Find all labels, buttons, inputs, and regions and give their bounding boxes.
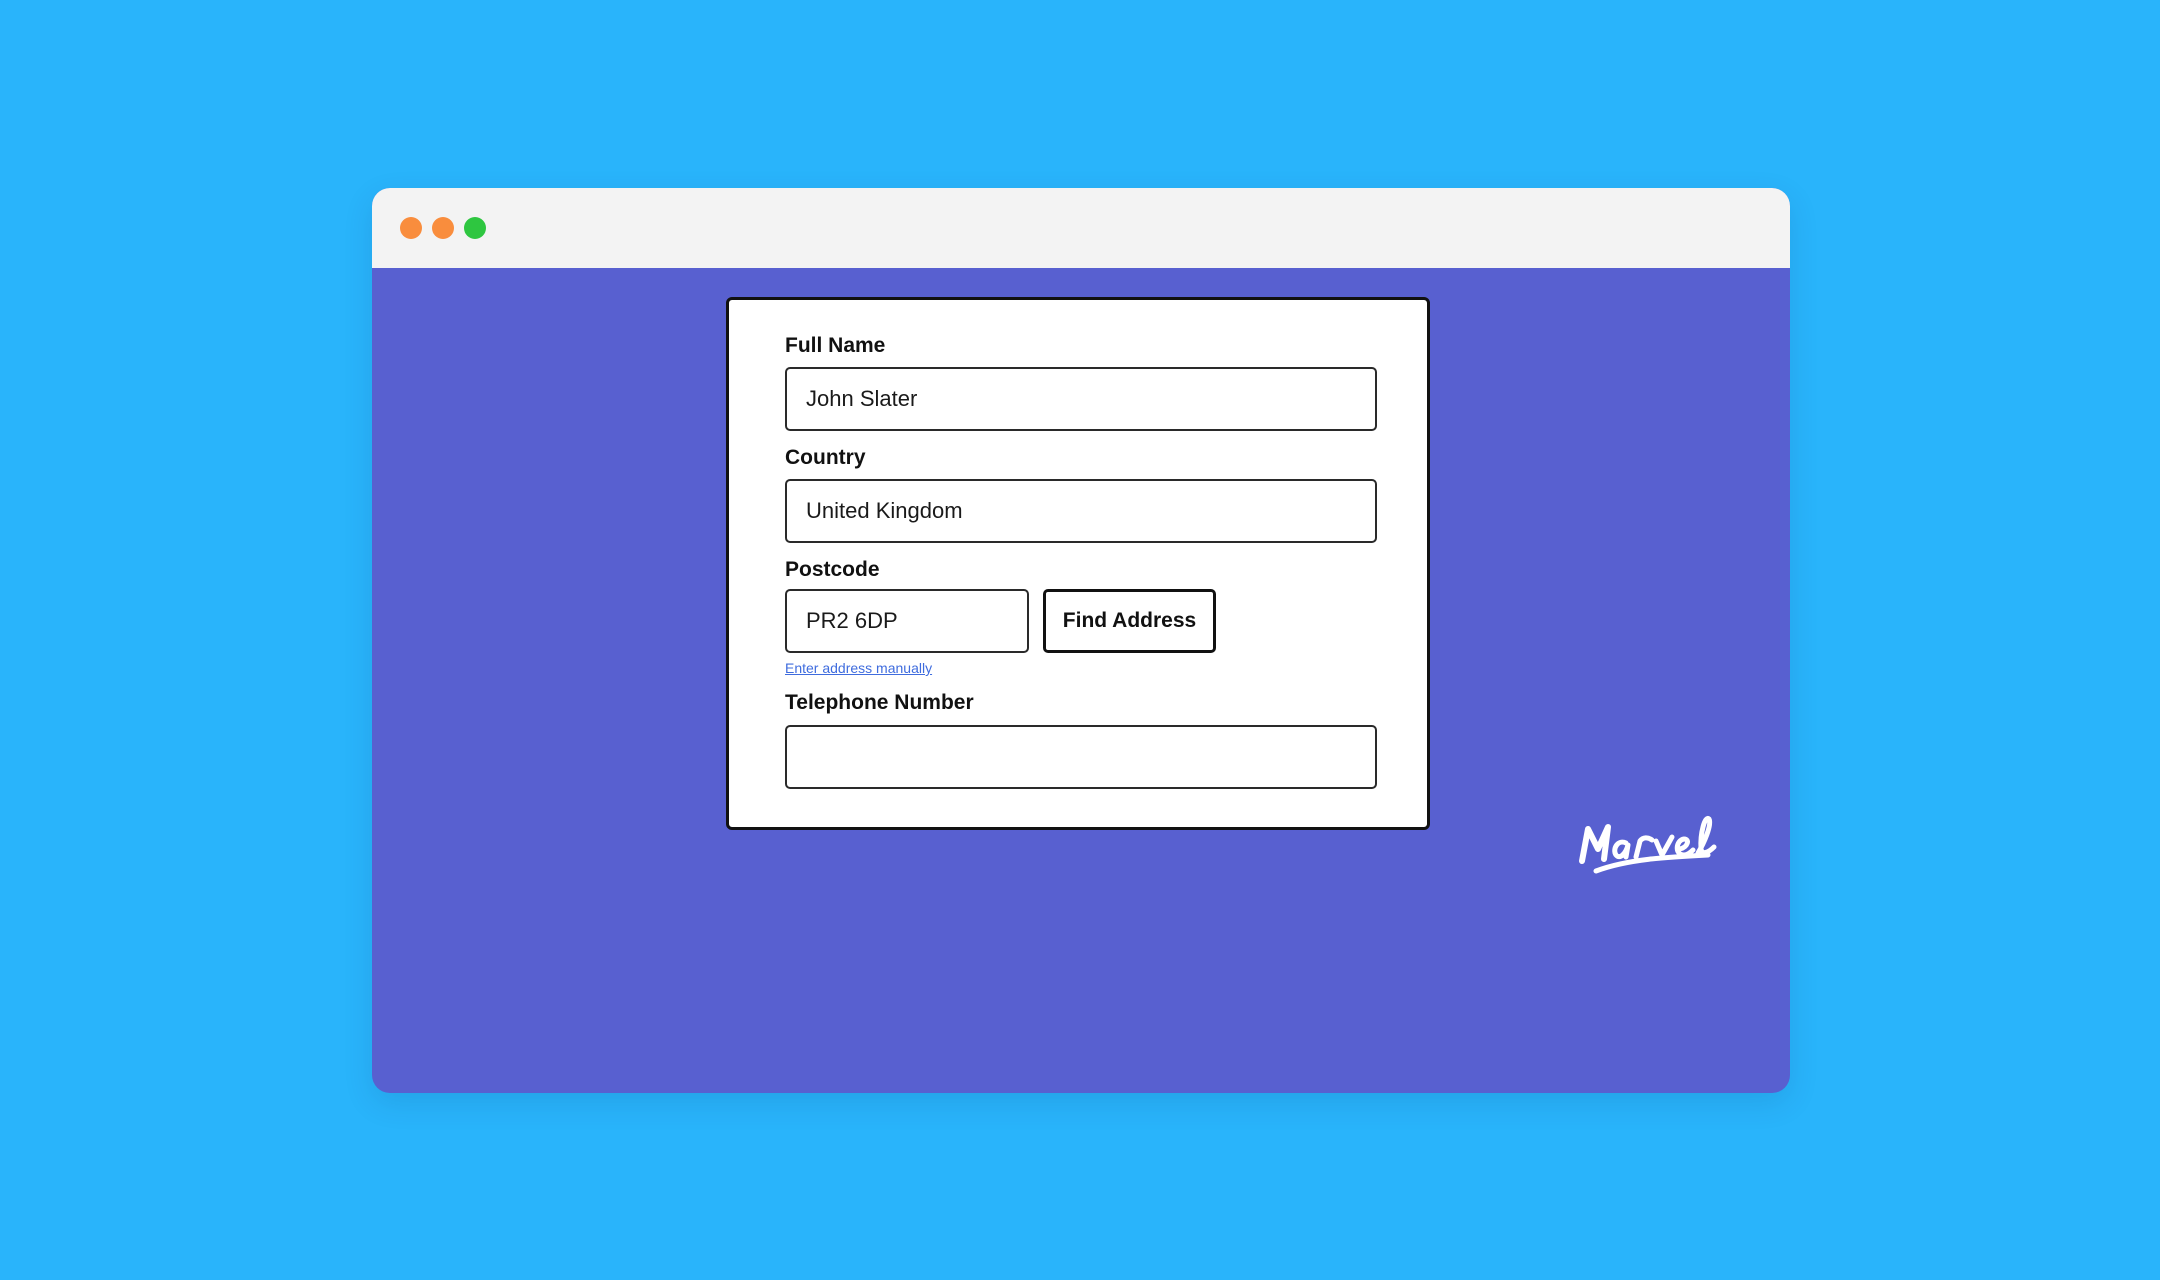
enter-address-manually-link[interactable]: Enter address manually <box>785 660 932 676</box>
full-name-input[interactable] <box>785 367 1377 431</box>
country-label: Country <box>785 446 866 469</box>
close-dot[interactable] <box>400 217 422 239</box>
address-form-card: Full Name Country Postcode Find Address … <box>726 297 1430 830</box>
maximize-dot[interactable] <box>464 217 486 239</box>
postcode-input[interactable] <box>785 589 1029 653</box>
marvel-logo <box>1579 815 1717 874</box>
window-titlebar <box>372 188 1790 268</box>
minimize-dot[interactable] <box>432 217 454 239</box>
telephone-input[interactable] <box>785 725 1377 789</box>
find-address-button[interactable]: Find Address <box>1043 589 1216 653</box>
app-canvas: Full Name Country Postcode Find Address … <box>372 268 1790 1093</box>
telephone-label: Telephone Number <box>785 691 974 714</box>
browser-window: Full Name Country Postcode Find Address … <box>372 188 1790 1093</box>
country-input[interactable] <box>785 479 1377 543</box>
postcode-label: Postcode <box>785 558 880 581</box>
full-name-label: Full Name <box>785 334 886 357</box>
